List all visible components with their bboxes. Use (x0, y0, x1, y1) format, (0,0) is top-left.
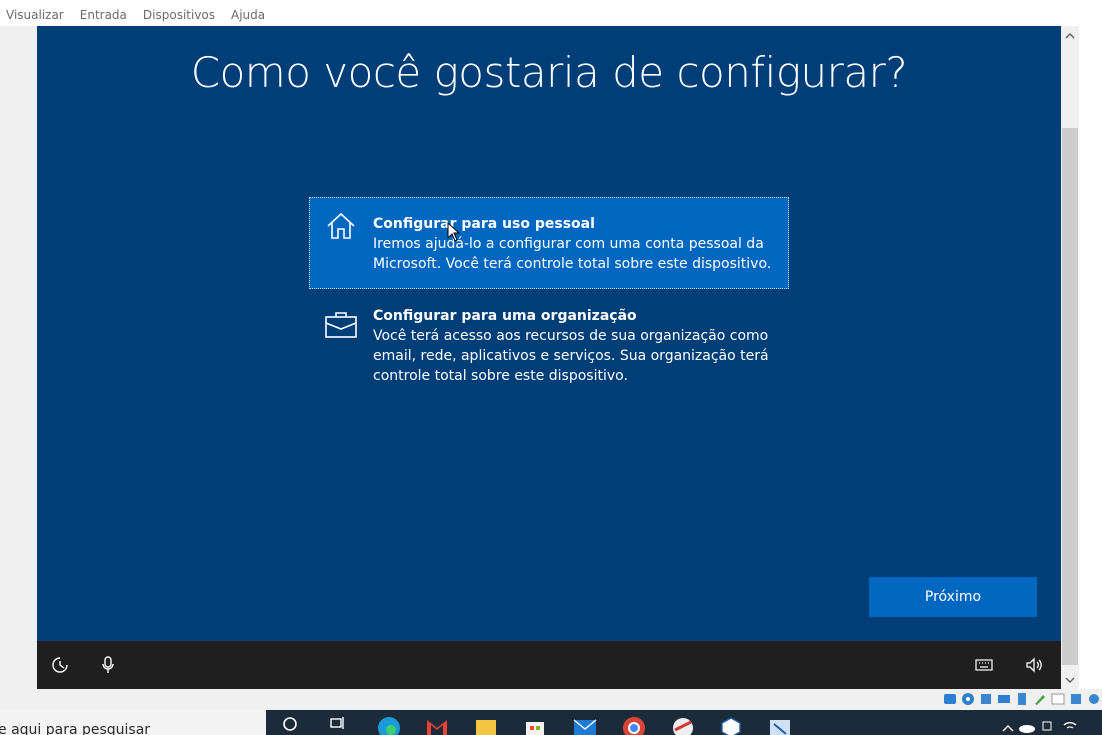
chrome-icon[interactable] (621, 716, 647, 735)
app-icon[interactable] (670, 716, 696, 735)
option-organization[interactable]: Configurar para uma organização Você ter… (309, 297, 789, 397)
file-explorer-icon[interactable] (473, 716, 499, 735)
audio-icon[interactable] (978, 691, 994, 707)
task-view-icon[interactable] (325, 716, 351, 735)
microphone-icon[interactable] (99, 656, 117, 674)
wifi-icon[interactable] (1062, 718, 1084, 735)
edge-icon[interactable] (376, 716, 402, 735)
accessibility-icon[interactable] (51, 656, 69, 674)
optical-drive-icon[interactable] (960, 691, 976, 707)
host-taskbar: e aqui para pesquisar (0, 710, 1102, 735)
keyboard-icon[interactable] (975, 656, 993, 674)
scroll-down-icon[interactable] (1062, 672, 1078, 688)
usb-icon[interactable] (1014, 691, 1030, 707)
mail-icon[interactable] (572, 716, 598, 735)
gmail-icon[interactable] (424, 716, 450, 735)
briefcase-icon (309, 297, 373, 397)
system-tray (1002, 718, 1084, 735)
chevron-up-icon[interactable] (1002, 718, 1018, 735)
store-icon[interactable] (522, 716, 548, 735)
scrollbar-thumb[interactable] (1062, 128, 1078, 665)
menu-visualizar[interactable]: Visualizar (6, 4, 64, 22)
vm-status-bar (0, 689, 1102, 710)
menu-entrada[interactable]: Entrada (80, 4, 127, 22)
guest-bottom-bar (37, 641, 1061, 689)
option-title: Configurar para uso pessoal (373, 216, 595, 232)
option-description: Você terá acesso aos recursos de sua org… (373, 328, 769, 384)
host-window-gutter (0, 26, 37, 689)
volume-icon[interactable] (1025, 656, 1043, 674)
search-placeholder: e aqui para pesquisar (0, 722, 151, 735)
menu-ajuda[interactable]: Ajuda (231, 4, 265, 22)
onedrive-icon[interactable] (1018, 718, 1040, 735)
taskbar-search-box[interactable]: e aqui para pesquisar (0, 710, 266, 735)
host-window-edge (1079, 26, 1102, 689)
display-icon[interactable] (1050, 691, 1066, 707)
network-icon[interactable] (996, 691, 1012, 707)
shared-folder-icon[interactable] (1032, 691, 1048, 707)
capture-icon[interactable] (1068, 691, 1084, 707)
menu-dispositivos[interactable]: Dispositivos (143, 4, 215, 22)
option-personal-use[interactable]: Configurar para uso pessoal Iremos ajudá… (309, 197, 789, 289)
next-button[interactable]: Próximo (869, 577, 1037, 617)
vm-menubar: Visualizar Entrada Dispositivos Ajuda (0, 0, 1102, 26)
hard-disk-icon[interactable] (942, 691, 958, 707)
page-title: Como você gostaria de configurar? (190, 48, 908, 97)
option-description: Iremos ajudá-lo a configurar com uma con… (373, 236, 772, 272)
guest-screen: Como você gostaria de configurar? Config… (37, 26, 1061, 689)
scroll-up-icon[interactable] (1062, 28, 1078, 44)
settings-app-icon[interactable] (767, 716, 793, 735)
mouse-integration-icon[interactable] (1086, 691, 1102, 707)
mouse-cursor-icon (447, 221, 461, 246)
search-icon[interactable] (278, 716, 304, 735)
network-tray-icon[interactable] (1040, 718, 1062, 735)
virtualbox-icon[interactable] (718, 716, 744, 735)
home-icon (309, 197, 373, 289)
option-title: Configurar para uma organização (373, 308, 637, 324)
